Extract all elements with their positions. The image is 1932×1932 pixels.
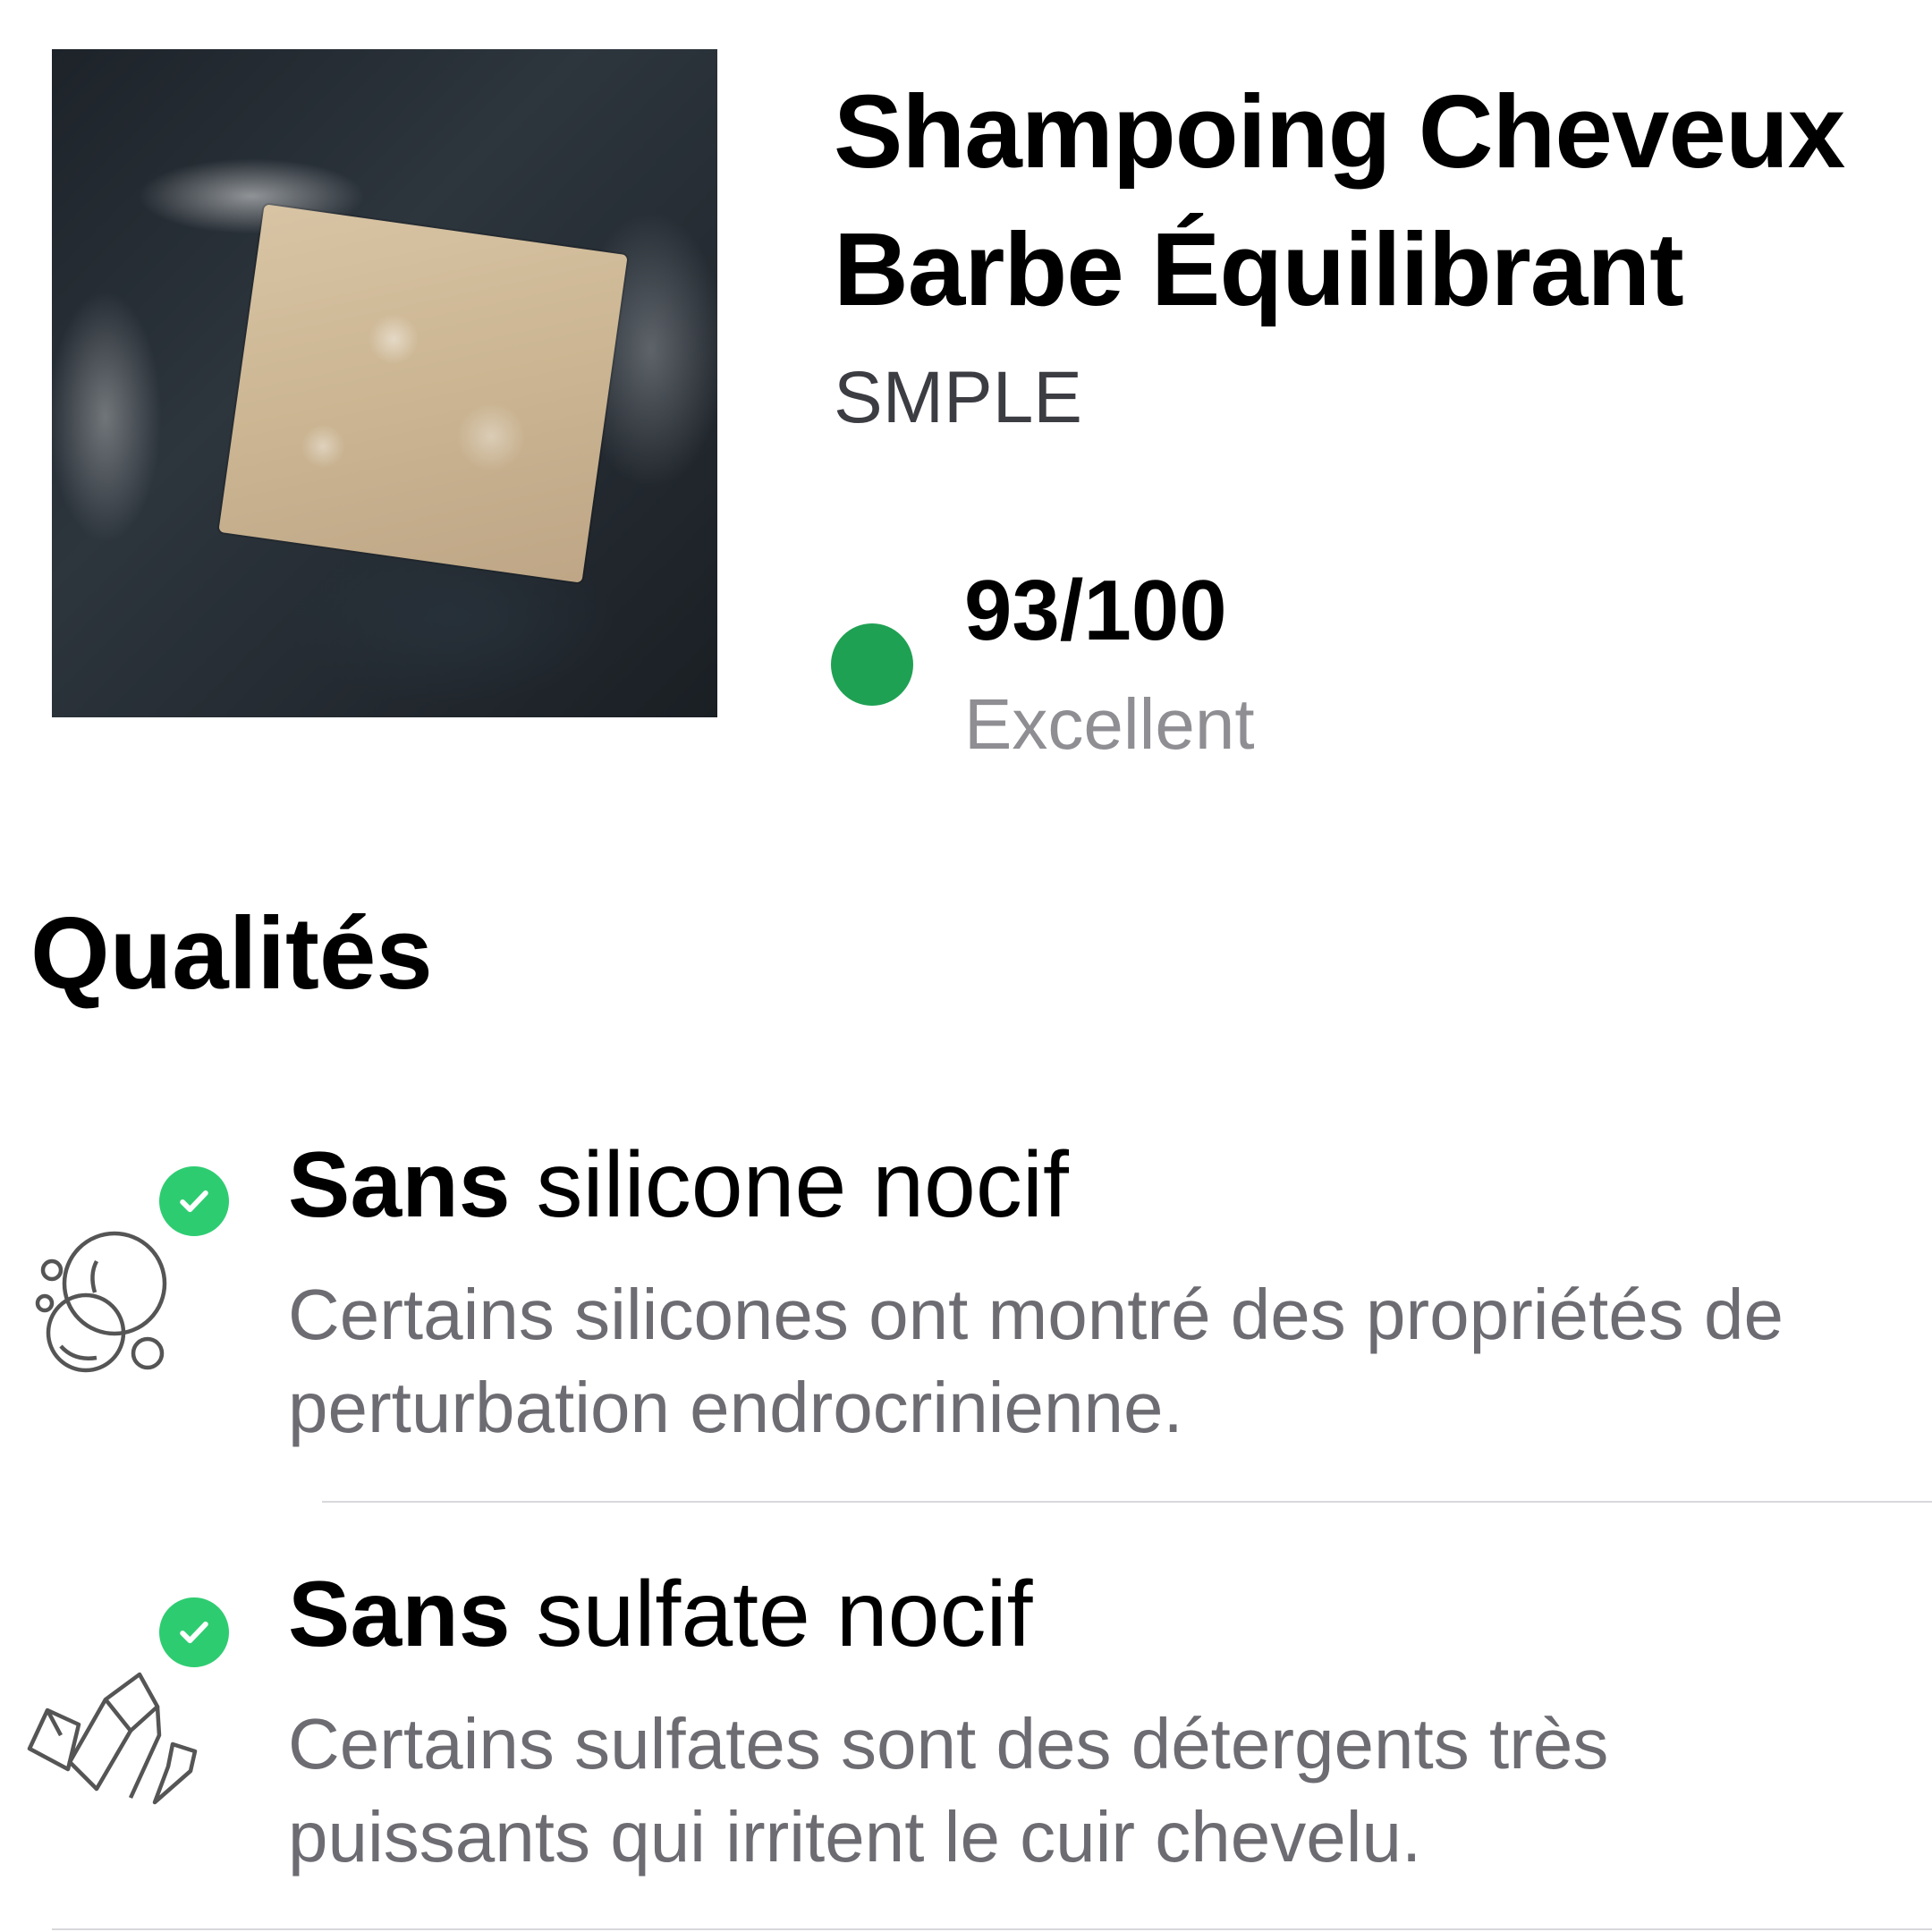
- product-title: Shampoing Cheveux Barbe Équilibrant: [834, 73, 1845, 327]
- quality-item-silicone[interactable]: Sans silicone nocif Certains silicones o…: [0, 1109, 1932, 1467]
- qualities-heading: Qualités: [30, 897, 433, 1011]
- bubbles-icon: [25, 1161, 249, 1386]
- score-rating-label: Excellent: [964, 684, 1255, 764]
- crystals-icon: [25, 1592, 249, 1816]
- check-icon: [154, 1592, 234, 1673]
- soap-bar: [218, 204, 628, 583]
- quality-description: Certains silicones ont montré des propri…: [288, 1275, 1784, 1447]
- divider: [322, 1501, 1932, 1503]
- product-brand[interactable]: SMPLE: [834, 353, 1082, 443]
- quality-title-rest: sulfate nocif: [510, 1563, 1033, 1666]
- quality-title: Sans silicone nocif: [288, 1131, 1069, 1239]
- check-icon: [154, 1161, 234, 1241]
- score-indicator-icon: [831, 623, 913, 706]
- quality-title: Sans sulfate nocif: [288, 1561, 1032, 1668]
- product-image[interactable]: [52, 49, 717, 717]
- quality-description: Certains sulfates sont des détergents tr…: [288, 1704, 1609, 1877]
- score-value: 93/100: [964, 563, 1227, 658]
- quality-title-rest: silicone nocif: [510, 1133, 1069, 1237]
- quality-title-bold: Sans: [288, 1563, 511, 1666]
- quality-title-bold: Sans: [288, 1133, 511, 1237]
- quality-item-sulfate[interactable]: Sans sulfate nocif Certains sulfates son…: [0, 1538, 1932, 1896]
- divider: [52, 1928, 1932, 1930]
